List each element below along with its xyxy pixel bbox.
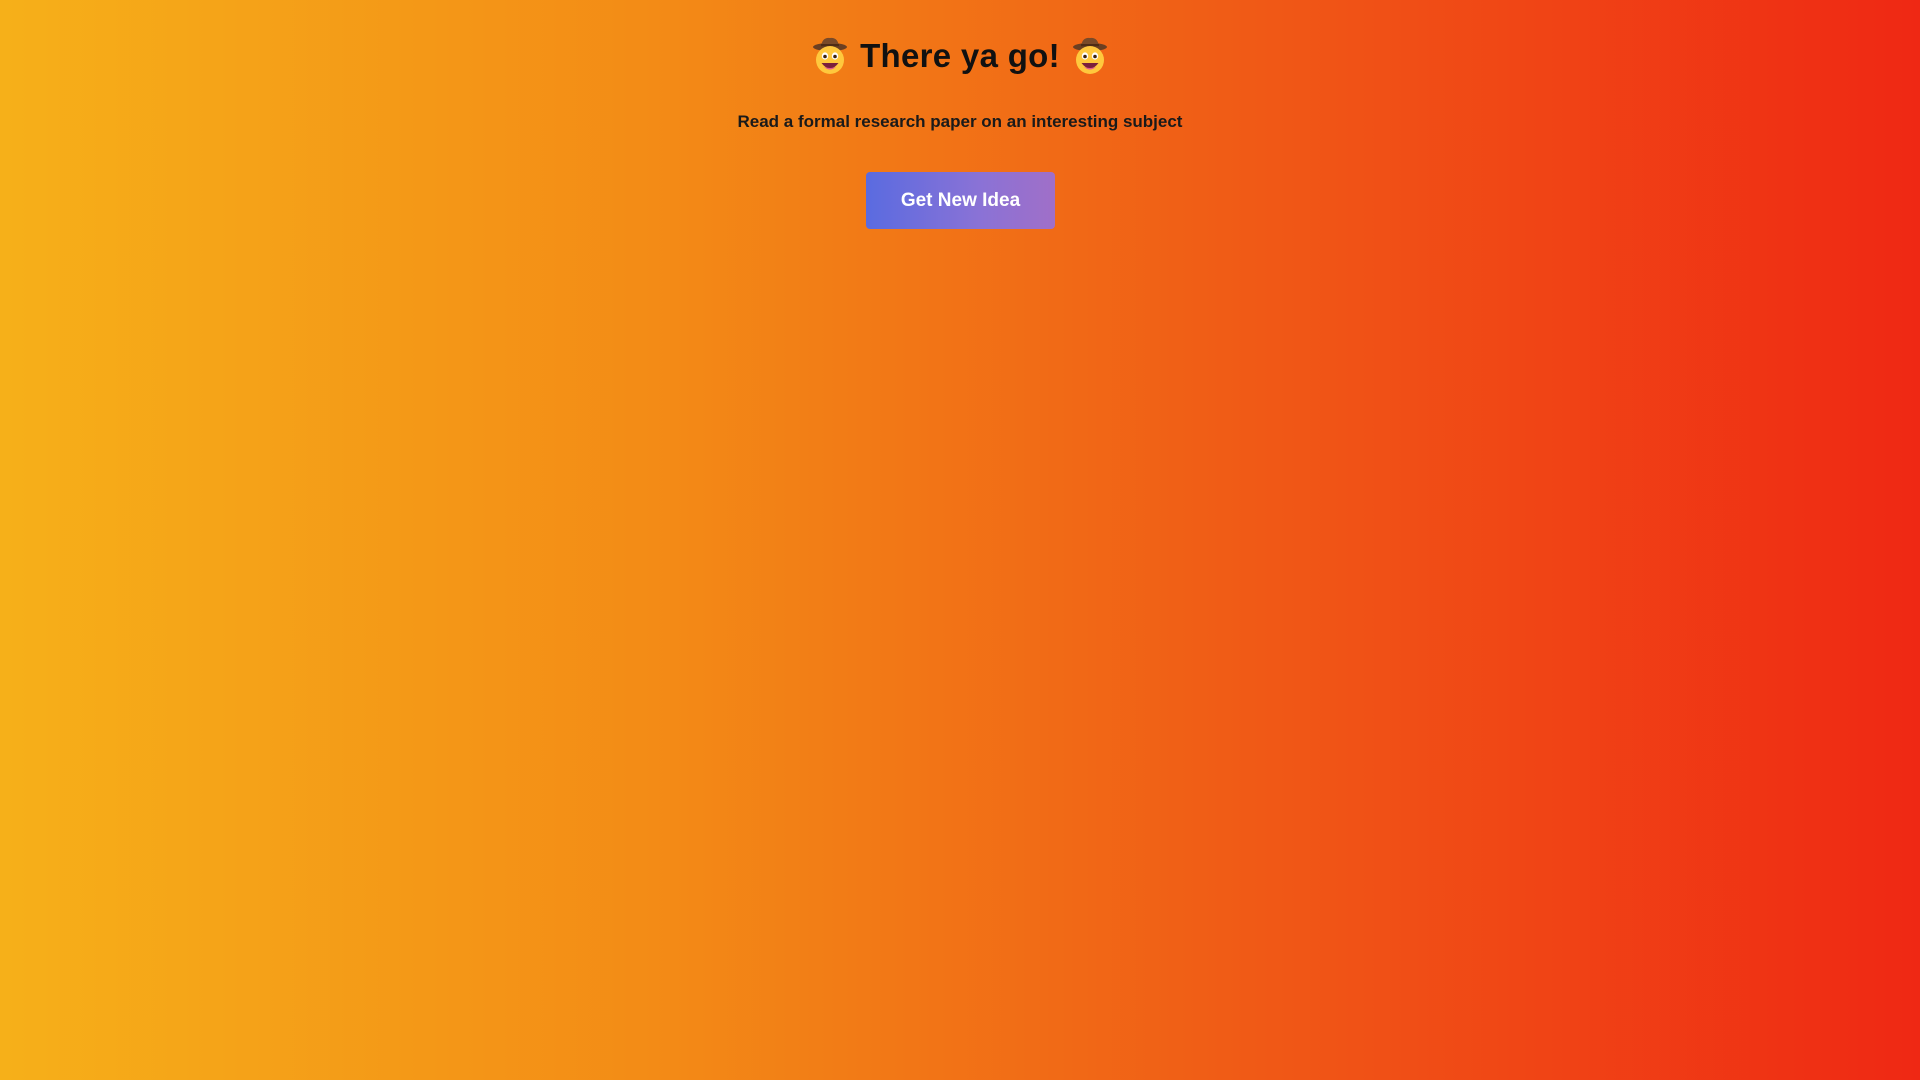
title-row: There ya go!: [0, 34, 1920, 78]
page-title: There ya go!: [860, 37, 1060, 74]
idea-text: Read a formal research paper on an inter…: [737, 112, 1183, 131]
page: There ya go! Read a formal research pape…: [0, 0, 1920, 1080]
cowboy-face-icon: [1072, 36, 1108, 76]
get-new-idea-button[interactable]: Get New Idea: [866, 172, 1055, 229]
cowboy-face-icon: [812, 36, 848, 76]
